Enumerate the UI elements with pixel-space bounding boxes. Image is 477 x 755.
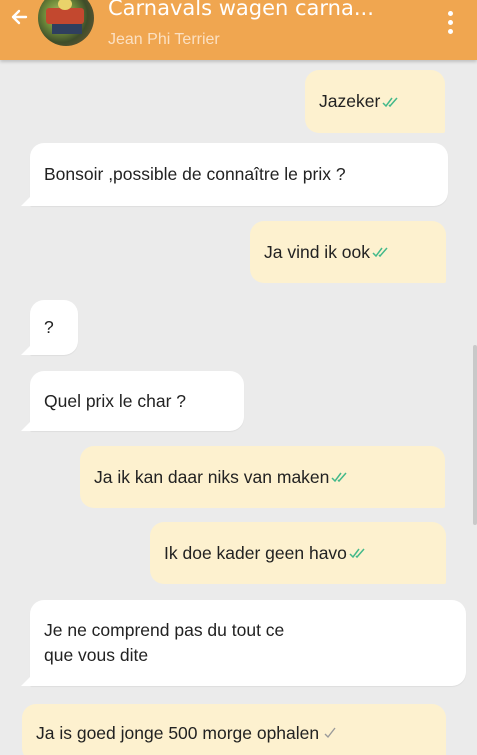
overflow-menu-icon[interactable] [440,8,460,38]
avatar[interactable] [38,0,94,46]
message-text: Ja ik kan daar niks van maken [94,466,330,487]
chat-title[interactable]: Carnavals wagen carna... [108,0,374,20]
message-text: Bonsoir ,possible de connaître le prix ? [44,164,346,184]
message-incoming[interactable]: Quel prix le char ? [21,371,244,431]
double-check-icon [382,97,398,107]
message-incoming[interactable]: Bonsoir ,possible de connaître le prix ? [21,143,448,206]
chat-header: Carnavals wagen carna... Jean Phi Terrie… [0,0,477,60]
message-text: Jazeker [319,91,381,111]
message-incoming[interactable]: Je ne comprend pas du tout ce que vous d… [21,600,466,686]
double-check-icon [372,247,388,258]
message-text: Ik doe kader geen havo [164,542,347,563]
message-incoming[interactable]: ? [21,300,78,355]
single-check-icon [324,727,336,739]
message-outgoing[interactable]: Ja vind ik ook [250,221,446,283]
message-text: Ja vind ik ook [264,241,371,262]
message-outgoing[interactable]: Jazeker [305,70,445,133]
message-text: ? [44,317,54,337]
chat-subtitle: Jean Phi Terrier [108,31,220,48]
back-arrow-icon[interactable] [4,2,34,32]
message-text: Ja is goed jonge 500 morge ophalen [36,722,320,743]
message-outgoing[interactable]: Ja is goed jonge 500 morge ophalen [22,704,446,755]
message-text: Je ne comprend pas du tout ce que vous d… [44,620,285,665]
message-outgoing[interactable]: Ik doe kader geen havo [150,522,446,584]
message-text: Quel prix le char ? [44,390,187,411]
double-check-icon [331,472,347,483]
scrollbar[interactable] [473,345,477,525]
message-outgoing[interactable]: Ja ik kan daar niks van maken [80,446,445,508]
double-check-icon [349,548,365,559]
